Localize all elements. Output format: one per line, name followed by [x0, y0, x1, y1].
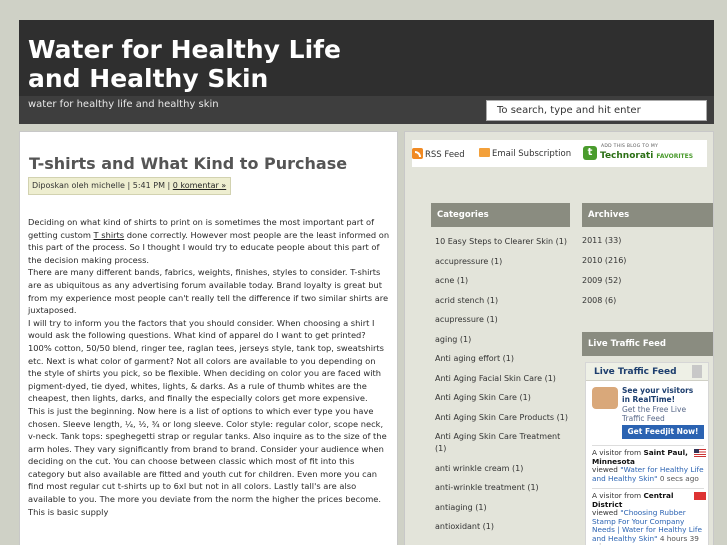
post-paragraph: I will try to inform you the factors tha… — [28, 317, 384, 404]
category-link[interactable]: accupressure (1) — [435, 256, 570, 268]
category-link[interactable]: Anti Aging Facial Skin Care (1) — [435, 373, 570, 385]
search-input[interactable]: To search, type and hit enter — [486, 100, 707, 121]
feedjit-flag-icon — [692, 365, 702, 378]
t-shirts-link[interactable]: T shirts — [94, 230, 125, 240]
post-paragraph: This is just the beginning. Now here is … — [28, 405, 387, 517]
sidebar: RSS Feed Email Subscription t ADD THIS B… — [404, 131, 714, 545]
post-title[interactable]: T-shirts and What Kind to Purchase — [29, 154, 347, 173]
visit-time: 0 secs ago — [657, 473, 699, 483]
feedjit-promo: See your visitors in RealTime! Get the F… — [592, 385, 704, 441]
archive-link[interactable]: 2009 (52) — [582, 276, 712, 296]
technorati-caption: ADD THIS BLOG TO MY — [601, 144, 659, 149]
category-link[interactable]: 10 Easy Steps to Clearer Skin (1) — [435, 236, 570, 248]
site-title-line2[interactable]: and Healthy Skin — [28, 64, 348, 93]
live-traffic-title[interactable]: Live Traffic Feed — [594, 367, 677, 377]
post-meta-text: Diposkan oleh michelle | 5:41 PM | — [32, 181, 173, 190]
email-icon — [479, 148, 490, 157]
category-link[interactable]: antioxidant (1) — [435, 521, 570, 533]
category-link[interactable]: Anti Aging Skin Care Products (1) — [435, 412, 570, 424]
category-link[interactable]: anti wrinkle cream (1) — [435, 463, 570, 475]
post-paragraph: There are many different bands, fabrics,… — [28, 267, 389, 316]
archive-link[interactable]: 2008 (6) — [582, 296, 712, 316]
rss-feed-label[interactable]: RSS Feed — [425, 150, 465, 160]
category-link[interactable]: Anti Aging Skin Care Treatment (1) — [435, 431, 570, 455]
categories-list: 10 Easy Steps to Clearer Skin (1) accupre… — [435, 236, 570, 541]
post-meta: Diposkan oleh michelle | 5:41 PM | 0 kom… — [28, 177, 231, 195]
category-link[interactable]: Anti aging effort (1) — [435, 353, 570, 365]
visitors-photo-icon — [592, 387, 618, 409]
archive-link[interactable]: 2011 (33) — [582, 236, 712, 256]
visitor-entry: A visitor from Central District viewed "… — [592, 491, 706, 545]
site-header: Water for Healthy Life and Healthy Skin … — [19, 20, 714, 124]
category-link[interactable]: Anti Aging Skin Care (1) — [435, 392, 570, 404]
comments-link[interactable]: 0 komentar » — [173, 181, 226, 190]
live-traffic-widget: Live Traffic Feed See your visitors in R… — [585, 362, 709, 545]
technorati-favorites: FAVORITES — [656, 153, 694, 160]
email-subscription-label[interactable]: Email Subscription — [492, 149, 571, 159]
main-content: T-shirts and What Kind to Purchase Dipos… — [19, 131, 398, 545]
subscription-bar: RSS Feed Email Subscription t ADD THIS B… — [412, 140, 707, 167]
technorati-logo-icon: t — [583, 146, 597, 160]
category-link[interactable]: antiaging (1) — [435, 502, 570, 514]
technorati-badge[interactable]: t ADD THIS BLOG TO MY Technorati FAVORIT… — [582, 143, 704, 165]
live-traffic-heading: Live Traffic Feed — [582, 332, 713, 356]
get-feedjit-button[interactable]: Get Feedjit Now! — [622, 425, 704, 439]
header-band: water for healthy life and healthy skin … — [19, 96, 714, 124]
category-link[interactable]: acupressure (1) — [435, 314, 570, 326]
site-title-line1[interactable]: Water for Healthy Life — [28, 35, 348, 64]
divider — [592, 445, 704, 446]
site-tagline: water for healthy life and healthy skin — [28, 99, 219, 110]
promo-headline[interactable]: See your visitors in RealTime! — [622, 386, 702, 404]
us-flag-icon — [694, 449, 706, 457]
post-body: Deciding on what kind of shirts to print… — [28, 216, 390, 518]
email-subscription-link[interactable]: Email Subscription — [479, 148, 571, 159]
category-link[interactable]: anti-wrinkle treatment (1) — [435, 482, 570, 494]
technorati-name: Technorati FAVORITES — [600, 151, 693, 161]
promo-subtext[interactable]: Get the Free Live Traffic Feed — [622, 405, 702, 423]
archive-link[interactable]: 2010 (216) — [582, 256, 712, 276]
category-link[interactable]: aging (1) — [435, 334, 570, 346]
divider — [592, 488, 704, 489]
category-link[interactable]: acrid stench (1) — [435, 295, 570, 307]
page-container: Water for Healthy Life and Healthy Skin … — [19, 20, 714, 545]
china-flag-icon — [694, 492, 706, 500]
categories-heading: Categories — [431, 203, 570, 227]
visitor-entry: A visitor from Saint Paul, Minnesota vie… — [592, 448, 706, 483]
archives-list: 2011 (33) 2010 (216) 2009 (52) 2008 (6) — [582, 236, 712, 316]
rss-icon — [412, 148, 423, 159]
technorati-word: Technorati — [600, 151, 654, 161]
archives-heading: Archives — [582, 203, 713, 227]
rss-feed-link[interactable]: RSS Feed — [412, 148, 465, 160]
category-link[interactable]: acne (1) — [435, 275, 570, 287]
site-title[interactable]: Water for Healthy Life and Healthy Skin — [28, 35, 348, 93]
post-paragraph: Deciding on what kind of shirts to print… — [28, 216, 390, 266]
live-traffic-titlebar: Live Traffic Feed — [586, 363, 708, 381]
